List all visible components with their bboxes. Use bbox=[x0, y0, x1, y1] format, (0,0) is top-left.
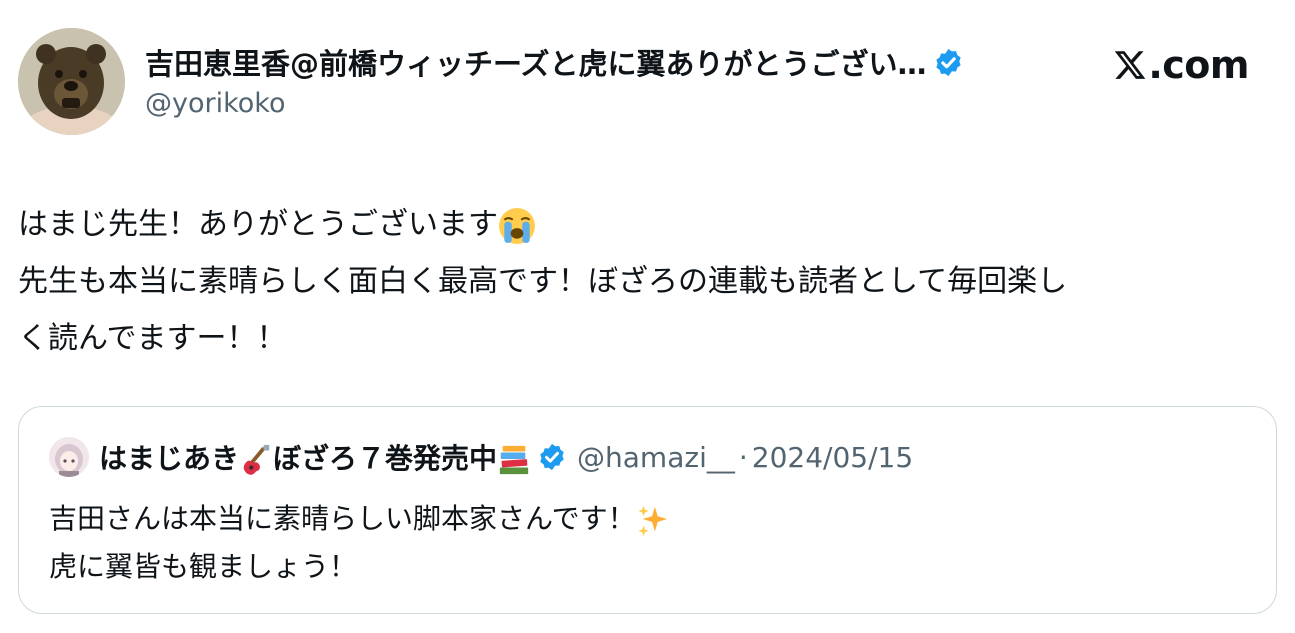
tweet-line: く読んでますー！！ bbox=[18, 321, 287, 356]
author-name-row[interactable]: 吉田恵里香@前橋ウィッチーズと虎に翼ありがとうござい… bbox=[145, 42, 964, 82]
quote-date[interactable]: 2024/05/15 bbox=[752, 441, 913, 474]
quote-name-part1: はまじあき bbox=[99, 442, 240, 475]
tweet-line-text: はまじ先生！ありがとうございます bbox=[18, 207, 498, 242]
quote-separator: · bbox=[738, 440, 748, 474]
loudly-crying-face-emoji bbox=[499, 207, 535, 244]
verified-badge-icon bbox=[935, 48, 961, 76]
tweet-body: はまじ先生！ありがとうございます 先生も本当に素晴らしく面白く最高です！ぼざろの… bbox=[18, 196, 1277, 367]
guitar-emoji bbox=[243, 444, 270, 475]
quote-name-part2: ぼざろ７巻発売中 bbox=[273, 442, 498, 475]
author-avatar[interactable] bbox=[18, 28, 125, 135]
quote-author-avatar[interactable] bbox=[49, 437, 89, 477]
quoted-tweet-card[interactable]: はまじあき ぼざろ７巻発売中 @hamazi__ · 2024/05/15 吉田… bbox=[18, 406, 1277, 614]
x-brand[interactable]: .com bbox=[1113, 43, 1249, 87]
x-logo-icon bbox=[1115, 51, 1146, 79]
anime-girl-avatar-icon bbox=[49, 437, 89, 477]
tweet-line: 先生も本当に素晴らしく面白く最高です！ぼざろの連載も読者として毎回楽し bbox=[18, 264, 1068, 299]
quote-header: はまじあき ぼざろ７巻発売中 @hamazi__ · 2024/05/15 bbox=[49, 437, 913, 477]
quote-body: 吉田さんは本当に素晴らしい脚本家さんです！ 虎に翼皆も観ましょう！ bbox=[49, 495, 670, 591]
carved-bear-mask-avatar bbox=[18, 28, 125, 135]
quote-display-name[interactable]: はまじあき ぼざろ７巻発売中 bbox=[99, 437, 531, 477]
author-handle[interactable]: @yorikoko bbox=[145, 88, 285, 119]
quote-line: 吉田さんは本当に素晴らしい脚本家さんです！ bbox=[49, 495, 670, 543]
brand-label: .com bbox=[1148, 43, 1249, 87]
quote-verified-badge-icon bbox=[540, 443, 564, 471]
author-display-name[interactable]: 吉田恵里香@前橋ウィッチーズと虎に翼ありがとうござい… bbox=[145, 41, 927, 83]
quote-line-text: 吉田さんは本当に素晴らしい脚本家さんです！ bbox=[49, 502, 636, 535]
tweet-line: はまじ先生！ありがとうございます bbox=[18, 196, 1277, 253]
books-emoji bbox=[499, 445, 529, 475]
quote-line: 虎に翼皆も観ましょう！ bbox=[49, 550, 358, 583]
quote-handle[interactable]: @hamazi__ bbox=[577, 441, 735, 474]
sparkles-emoji bbox=[637, 505, 667, 537]
tweet-header: 吉田恵里香@前橋ウィッチーズと虎に翼ありがとうござい… @yorikoko .c… bbox=[18, 28, 1277, 136]
